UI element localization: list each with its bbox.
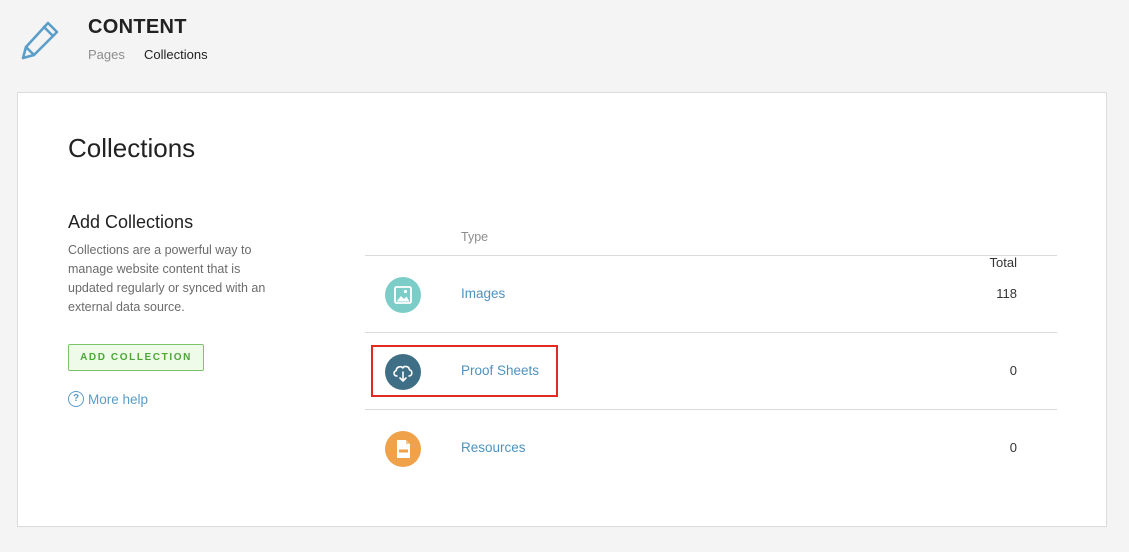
pencil-icon [21,21,59,60]
table-header: Type Total [365,225,1057,270]
breadcrumb-pages[interactable]: Pages [88,47,125,62]
column-header-type: Type [461,230,489,244]
table-row[interactable]: Resources 0 [365,410,1057,487]
collection-total-images: 118 [996,286,1017,301]
collection-name-images[interactable]: Images [461,286,505,301]
content-header: CONTENT Pages Collections [0,0,1129,92]
table-row[interactable]: Images 118 [365,256,1057,333]
question-circle-icon: ? [68,391,84,407]
more-help-label: More help [88,391,149,407]
collections-table: Type Total Images 118 Proof Sheets 0 Res… [365,225,1057,487]
more-help-link[interactable]: ? More help [68,391,148,407]
cloud-download-icon [385,354,421,390]
breadcrumb-collections[interactable]: Collections [144,47,208,62]
add-collection-button[interactable]: ADD COLLECTION [68,344,204,371]
add-collections-heading: Add Collections [68,212,194,232]
pdf-file-icon [385,431,421,467]
collections-card: Collections Add Collections Collections … [17,92,1107,527]
collection-total-proof-sheets: 0 [1009,363,1017,378]
collection-name-resources[interactable]: Resources [461,440,526,455]
add-collections-description: Collections are a powerful way to manage… [68,243,266,314]
page-title: Collections [68,133,196,163]
table-row[interactable]: Proof Sheets 0 [365,333,1057,410]
collection-name-proof-sheets[interactable]: Proof Sheets [461,363,539,378]
image-icon [385,277,421,313]
collection-total-resources: 0 [1009,440,1017,455]
section-title: CONTENT [88,16,187,38]
